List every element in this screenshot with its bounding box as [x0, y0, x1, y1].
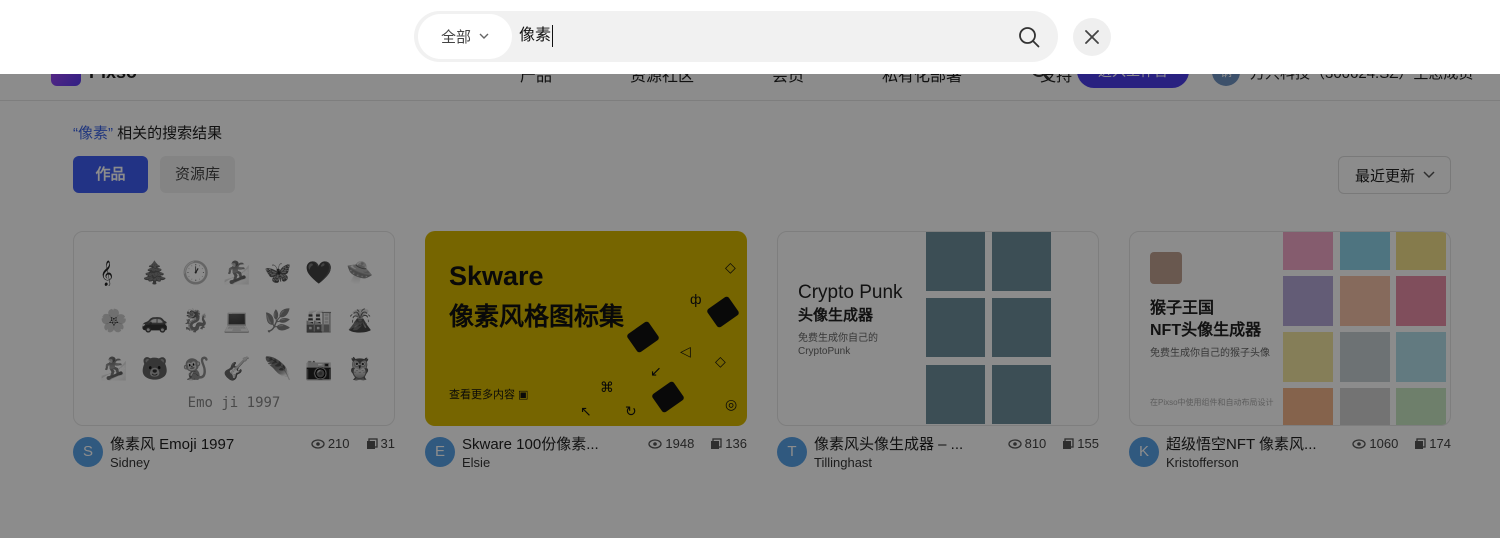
modal-overlay[interactable] [0, 74, 1500, 538]
search-icon[interactable] [1018, 26, 1040, 48]
search-input[interactable]: 全部 像素 [414, 11, 1058, 62]
close-search-button[interactable] [1073, 18, 1111, 56]
scope-label: 全部 [440, 29, 471, 46]
search-scope-dropdown[interactable]: 全部 [418, 14, 512, 59]
search-panel: 全部 像素 [0, 0, 1500, 74]
chevron-down-icon [479, 33, 489, 39]
close-icon [1085, 30, 1099, 44]
search-query-text[interactable]: 像素 [519, 25, 554, 47]
